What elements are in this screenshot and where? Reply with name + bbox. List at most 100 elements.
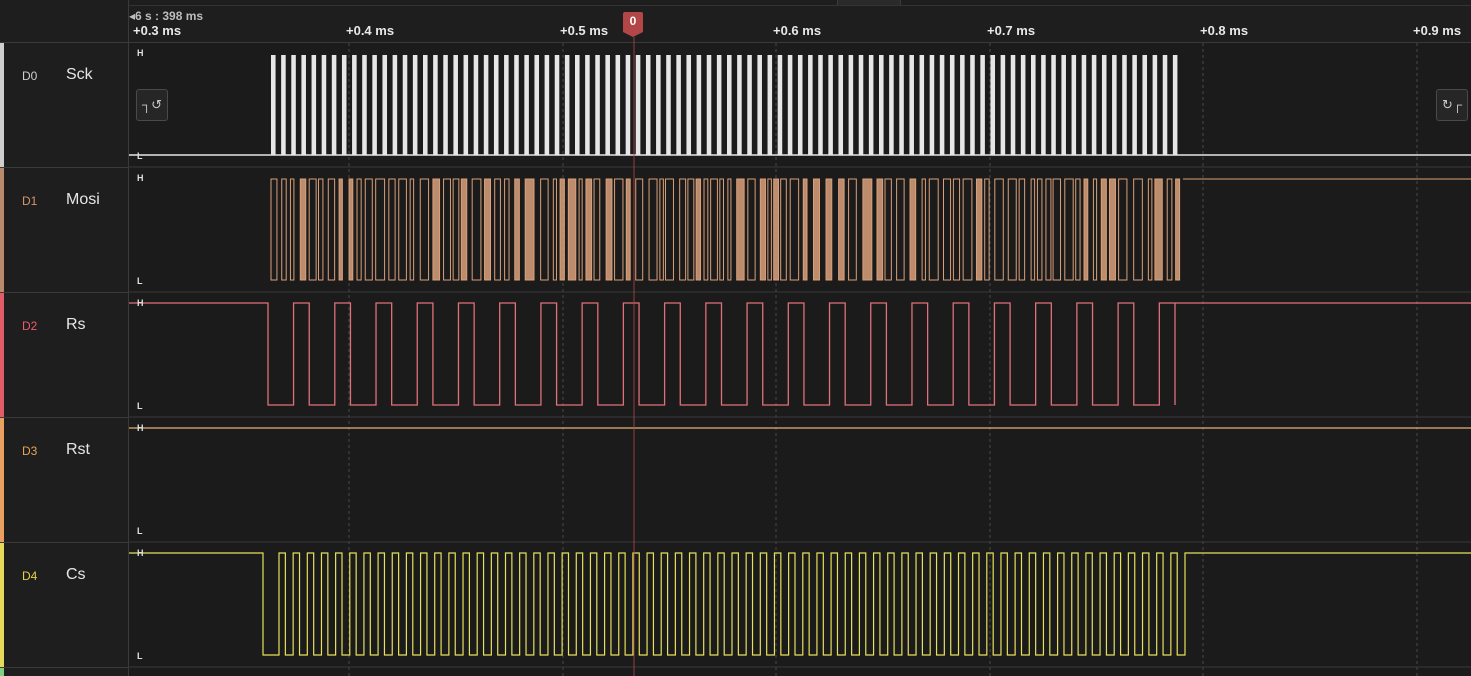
mosi-pulse [1147, 178, 1153, 281]
high-level-label: H [137, 173, 144, 183]
jump-to-previous-edge-button[interactable]: ┐↺ [136, 89, 168, 121]
sck-pulse [889, 55, 894, 155]
sck-pulse [808, 55, 813, 155]
sck-pulse [716, 55, 722, 155]
mosi-pulse [593, 178, 601, 281]
mosi-pulse [504, 178, 510, 281]
mosi-pulse [1045, 178, 1052, 281]
channel-row-d2[interactable]: D2 Rs [0, 293, 128, 418]
channel-color-strip [0, 43, 4, 167]
low-level-label: L [137, 276, 143, 286]
mosi-pulse-fill [626, 179, 631, 280]
sck-pulse [1101, 55, 1107, 155]
mosi-pulse-fill [514, 179, 520, 280]
mosi-pulse [1052, 178, 1062, 281]
mosi-pulse [994, 178, 1004, 281]
mosi-pulse [281, 178, 287, 281]
sck-pulse [818, 55, 823, 155]
mosi-pulse [289, 178, 295, 281]
mosi-pulse-fill [876, 179, 883, 280]
mosi-pulse-fill [300, 179, 306, 280]
mosi-pulse-fill [560, 179, 565, 280]
mosi-pulse [1030, 178, 1036, 281]
low-level-label: L [137, 651, 143, 661]
mosi-pulse-fill [862, 179, 872, 280]
mosi-pulse [1036, 178, 1043, 281]
waveform-plot-area[interactable]: ◂6 s : 398 ms +0.3 ms +0.4 ms +0.5 ms +0… [129, 0, 1471, 676]
sck-pulse [879, 55, 884, 155]
jump-to-next-edge-button[interactable]: ↻┌ [1436, 89, 1468, 121]
sck-pulse [1122, 55, 1127, 155]
sck-pulse [534, 55, 540, 155]
mosi-pulse-fill [484, 179, 491, 280]
mosi-pulse [719, 178, 724, 281]
label-column-header [0, 0, 128, 43]
mosi-pulse [942, 178, 952, 281]
mosi-pulse-fill [606, 179, 612, 280]
mosi-pulse [747, 178, 756, 281]
channel-id: D0 [22, 69, 38, 83]
channel-row-d4[interactable]: D4 Cs [0, 543, 128, 668]
mosi-pulse [364, 178, 373, 281]
mosi-pulse [921, 178, 926, 281]
waveform-canvas [129, 37, 1471, 676]
sck-pulse [858, 55, 864, 155]
sck-pulse [767, 55, 773, 155]
sck-pulse [1061, 55, 1066, 155]
mosi-pulse [648, 178, 658, 281]
sck-pulse [524, 55, 529, 155]
mosi-pulse [952, 178, 961, 281]
mosi-pulse [388, 178, 396, 281]
mosi-pulse [1075, 178, 1081, 281]
sck-pulse [595, 55, 600, 155]
channel-row-d1[interactable]: D1 Mosi [0, 168, 128, 293]
sck-pulse [828, 55, 833, 155]
channel-name[interactable]: Cs [66, 566, 86, 584]
channel-name[interactable]: Rst [66, 441, 90, 459]
sck-pulse [1172, 55, 1178, 155]
sck-pulse [777, 55, 783, 155]
mosi-pulse-fill [976, 179, 982, 280]
sck-pulse [352, 55, 357, 155]
mosi-pulse [664, 178, 674, 281]
channel-id: D2 [22, 319, 38, 333]
sck-pulse [909, 55, 914, 155]
mosi-pulse [552, 178, 557, 281]
sck-pulse [960, 55, 965, 155]
channel-name[interactable]: Mosi [66, 191, 100, 209]
mosi-pulse [1166, 178, 1173, 281]
sck-pulse [585, 55, 590, 155]
channel-label-column: D0 Sck D1 Mosi D2 Rs D3 Rst D4 Cs [0, 0, 129, 676]
mosi-pulse [452, 178, 460, 281]
mosi-pulse-fill [760, 179, 766, 280]
sck-pulse [1112, 55, 1117, 155]
sck-pulse [757, 55, 762, 155]
mosi-pulse-fill [1175, 179, 1180, 280]
sck-pulse [635, 55, 641, 155]
sck-pulse [453, 55, 458, 155]
mosi-pulse [398, 178, 407, 281]
mosi-pulse [375, 178, 386, 281]
sck-pulse [504, 55, 509, 155]
channel-row-d3[interactable]: D3 Rst [0, 418, 128, 543]
sck-pulse [311, 55, 317, 155]
sck-pulse [493, 55, 499, 155]
mosi-pulse-fill [432, 179, 440, 280]
mosi-pulse-fill [568, 179, 576, 280]
sck-pulse [554, 55, 560, 155]
mosi-pulse [327, 178, 336, 281]
sck-pulse [797, 55, 803, 155]
channel-name[interactable]: Rs [66, 316, 86, 334]
sck-pulse [899, 55, 904, 155]
sck-pulse [1010, 55, 1016, 155]
mosi-pulse [659, 178, 664, 281]
sck-pulse [868, 55, 874, 155]
channel-row-d0[interactable]: D0 Sck [0, 43, 128, 168]
mosi-pulse [1118, 178, 1128, 281]
mosi-pulse-fill [813, 179, 820, 280]
sck-pulse [392, 55, 398, 155]
sck-pulse [929, 55, 935, 155]
sck-pulse [412, 55, 418, 155]
sck-pulse [575, 55, 580, 155]
channel-name[interactable]: Sck [66, 66, 93, 84]
